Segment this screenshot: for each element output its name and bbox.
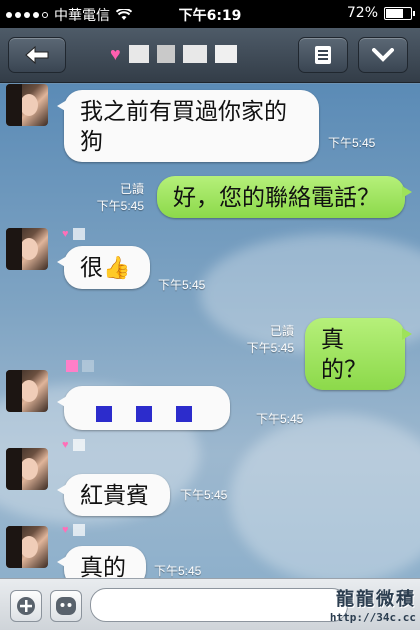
outgoing-message[interactable]: 好，您的聯絡電話？: [157, 176, 412, 218]
message-text: 很: [80, 254, 103, 280]
message-text: 真的: [80, 554, 126, 578]
contact-avatar[interactable]: [6, 448, 48, 490]
watermark-url: http://34c.cc: [329, 611, 416, 624]
message-time: 下午5:45: [328, 136, 376, 150]
message-time: 下午5:45: [246, 341, 294, 355]
message-time: 下午5:45: [158, 278, 206, 292]
incoming-message[interactable]: 很👍: [57, 246, 150, 289]
blurred-name: [182, 45, 207, 63]
status-bar: 中華電信 下午6:19 72%: [0, 0, 420, 28]
pixelated-content: [136, 406, 152, 422]
battery-percent: 72%: [346, 5, 378, 21]
heart-icon: ♥: [110, 44, 121, 64]
chat-header: ♥: [0, 28, 420, 83]
message-text: 真的？: [321, 326, 367, 382]
pixelated-content: [176, 406, 192, 422]
incoming-message[interactable]: [57, 386, 230, 430]
input-bar: 龍龍微積 http://34c.cc: [0, 578, 420, 630]
blurred-name: [128, 45, 149, 63]
message-text: 狗: [80, 128, 103, 154]
back-arrow-icon: [25, 45, 49, 65]
watermark-text: 龍龍微積: [336, 589, 416, 610]
outgoing-message[interactable]: 真的？: [305, 318, 412, 390]
battery-icon: [384, 6, 415, 20]
contact-avatar[interactable]: [6, 228, 48, 270]
thumbs-up-icon: 👍: [103, 255, 131, 280]
contact-avatar[interactable]: [6, 526, 48, 568]
pixelated-content: [96, 406, 112, 422]
chat-title: ♥: [110, 45, 237, 63]
read-receipt: 已讀: [119, 182, 144, 196]
sender-name-blurred: ♥: [62, 228, 85, 240]
sender-name-blurred: ♥: [62, 524, 85, 536]
sender-name-blurred: [66, 360, 94, 372]
sender-name-blurred: ♥: [62, 439, 85, 451]
watermark: 龍龍微積 http://34c.cc: [330, 585, 416, 624]
contact-avatar[interactable]: [6, 84, 48, 126]
incoming-message[interactable]: 真的: [57, 546, 146, 578]
message-time: 下午5:45: [96, 199, 144, 213]
battery-level: [386, 8, 404, 18]
message-time: 下午5:45: [154, 564, 202, 578]
smiley-icon: [56, 597, 76, 615]
plus-icon: [17, 597, 35, 615]
message-text: 好，您的聯絡電話？: [173, 184, 380, 210]
incoming-message[interactable]: 紅貴賓: [57, 474, 170, 516]
message-text: 紅貴賓: [80, 482, 149, 508]
message-time: 下午5:45: [256, 412, 304, 426]
menu-button[interactable]: [298, 37, 348, 73]
sticker-button[interactable]: [50, 590, 82, 622]
list-menu-icon: [315, 46, 331, 64]
blurred-name: [156, 45, 175, 63]
back-button[interactable]: [8, 37, 66, 73]
battery-group: 72%: [346, 5, 415, 21]
chevron-down-icon: [372, 48, 394, 62]
message-text: 我之前有買過你家的: [80, 98, 287, 124]
incoming-message[interactable]: 我之前有買過你家的 狗: [57, 90, 319, 162]
read-receipt: 已讀: [269, 324, 294, 338]
attach-button[interactable]: [10, 590, 42, 622]
background-cloud: [230, 414, 420, 578]
dropdown-button[interactable]: [358, 37, 408, 73]
chat-area[interactable]: 我之前有買過你家的 狗 下午5:45 已讀 下午5:45 好，您的聯絡電話？ ♥…: [0, 84, 420, 578]
blurred-name: [214, 45, 237, 63]
contact-avatar[interactable]: [6, 370, 48, 412]
message-time: 下午5:45: [180, 488, 228, 502]
message-input[interactable]: [90, 588, 348, 622]
